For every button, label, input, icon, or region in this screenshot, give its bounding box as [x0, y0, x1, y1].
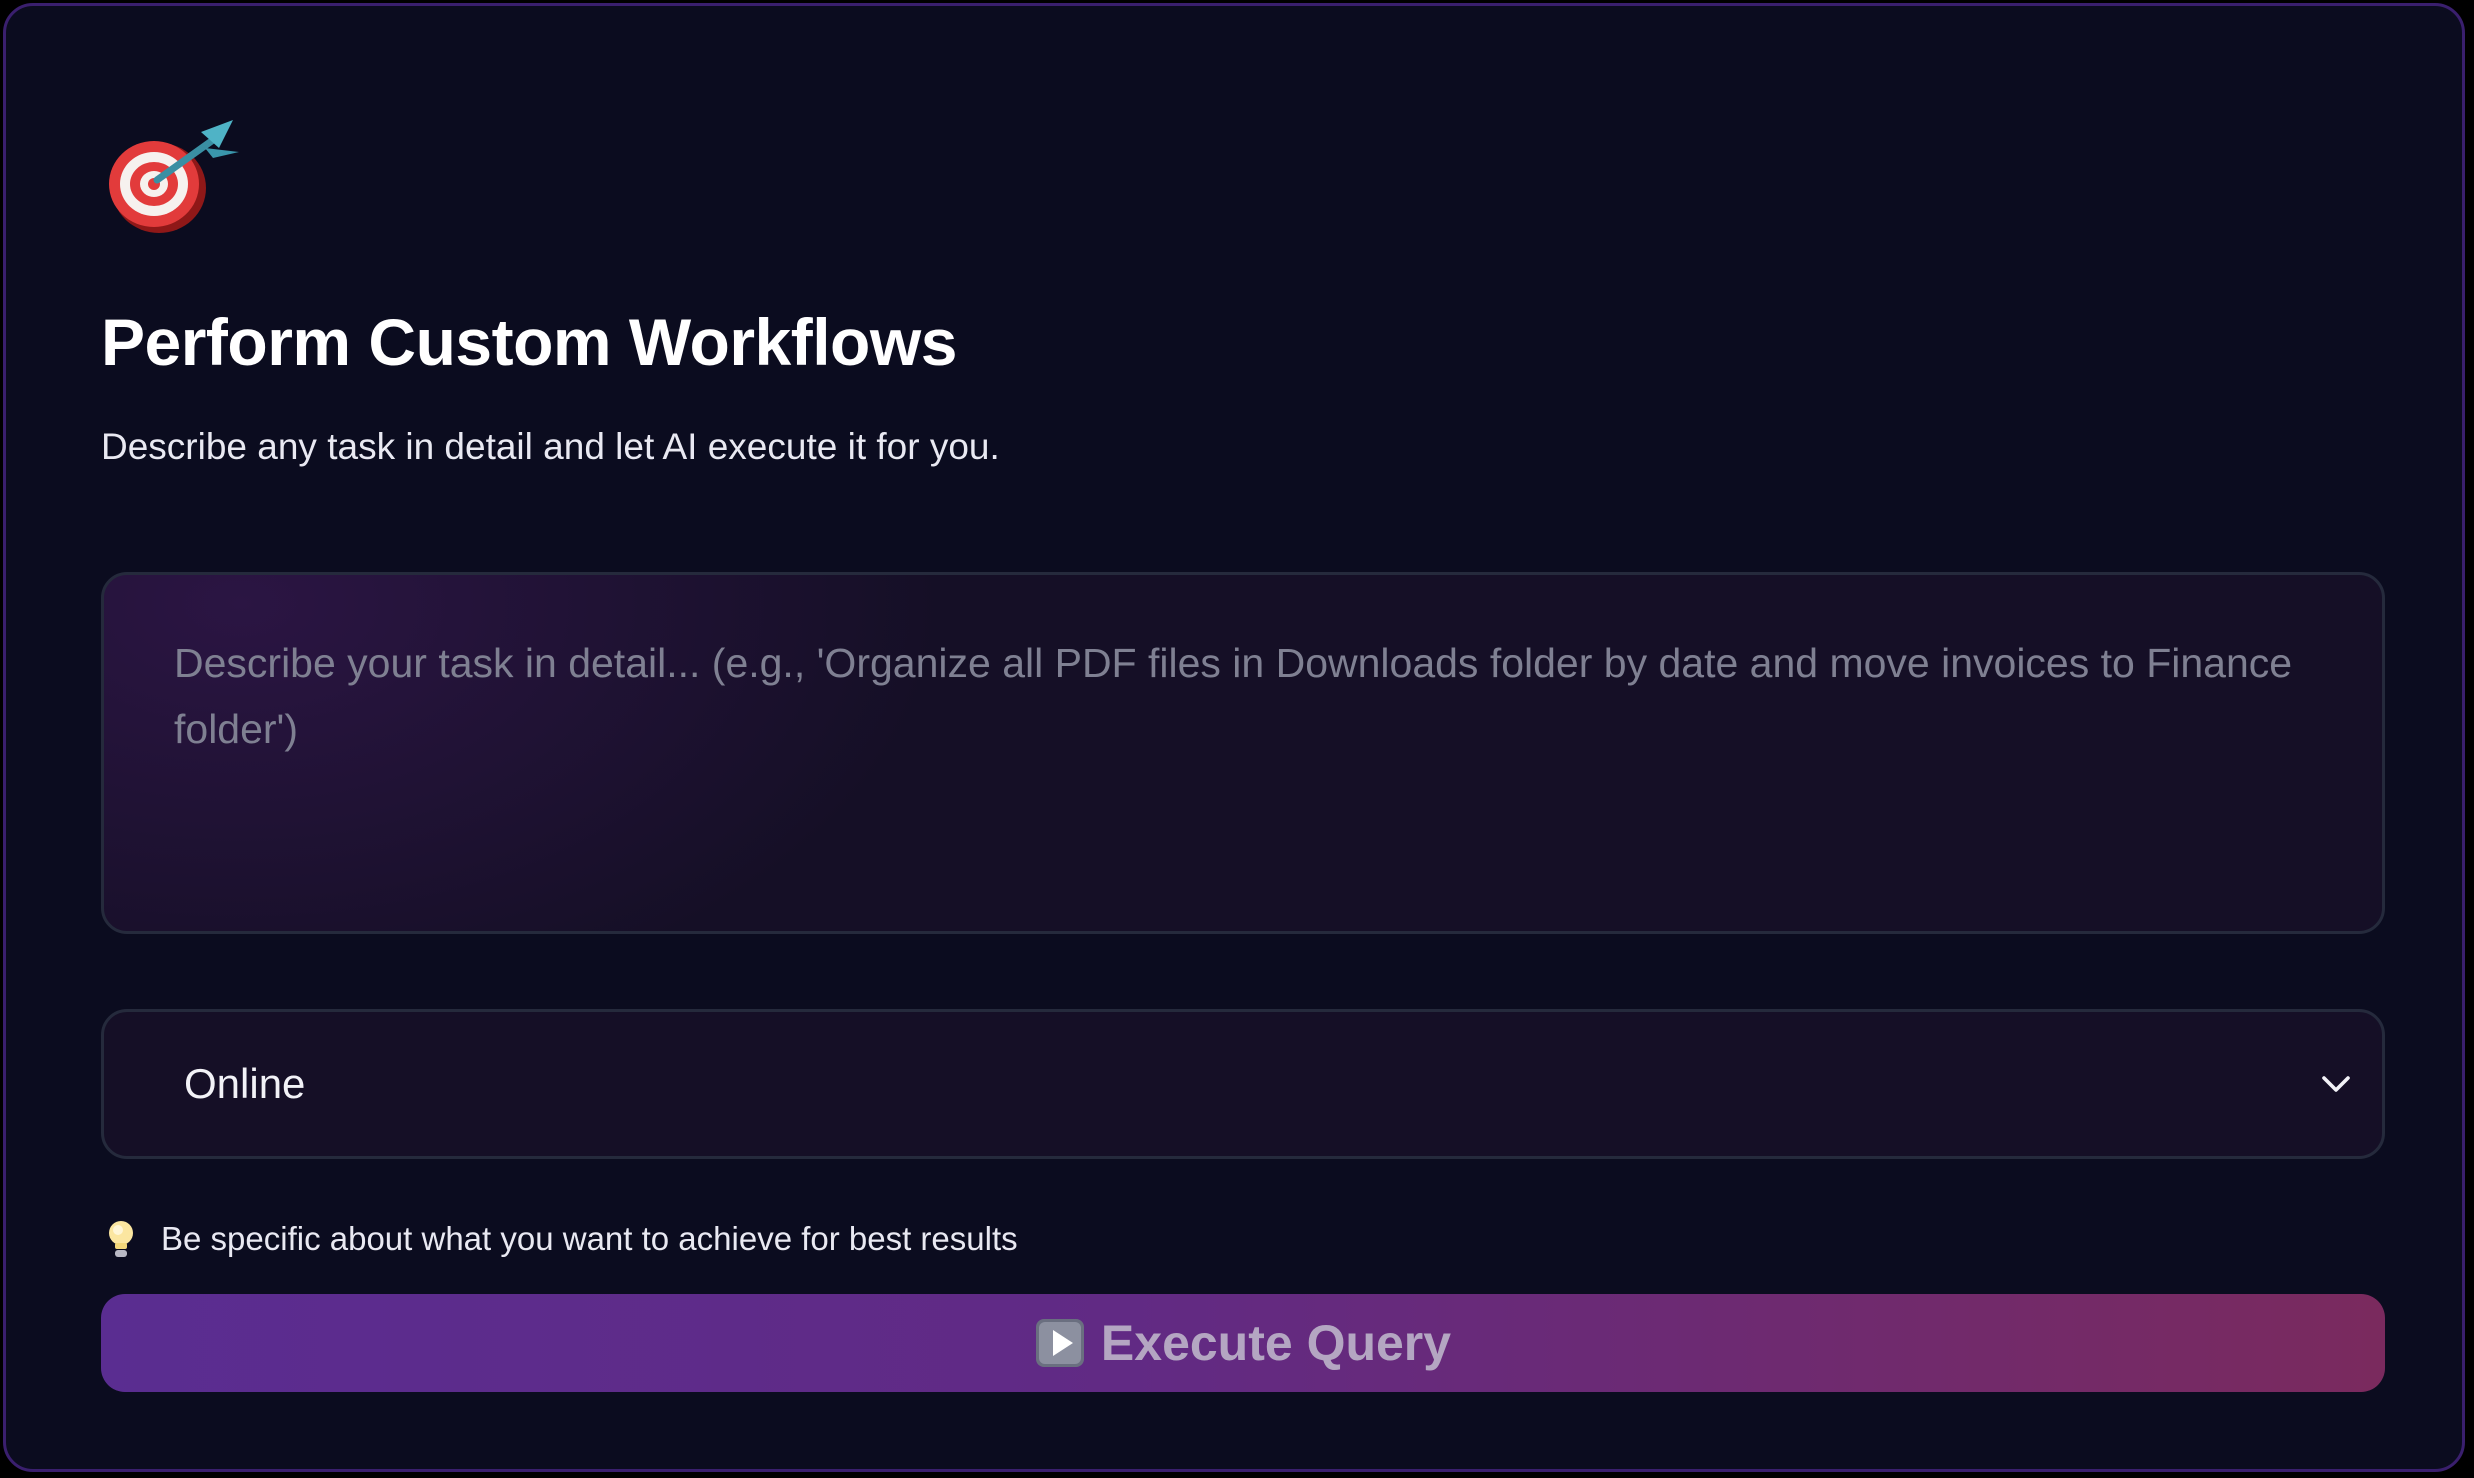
execute-query-label: Execute Query	[1100, 1315, 1452, 1371]
execute-query-button[interactable]: Execute Query	[101, 1294, 2385, 1392]
play-icon	[1035, 1319, 1084, 1367]
mode-selected-value: Online	[184, 1060, 306, 1107]
tip-text: Be specific about what you want to achie…	[161, 1220, 1018, 1257]
chevron-down-icon	[2322, 1076, 2350, 1092]
page-subtitle: Describe any task in detail and let AI e…	[101, 426, 1000, 467]
task-description-input[interactable]	[104, 575, 2382, 931]
page-title: Perform Custom Workflows	[101, 305, 957, 379]
lightbulb-icon	[109, 1221, 133, 1257]
workflow-panel: Perform Custom Workflows Describe any ta…	[3, 3, 2465, 1472]
tip-row: Be specific about what you want to achie…	[101, 1214, 1018, 1264]
task-description-box	[101, 572, 2385, 934]
mode-select[interactable]: Online	[101, 1009, 2385, 1159]
target-dart-icon	[109, 120, 239, 233]
